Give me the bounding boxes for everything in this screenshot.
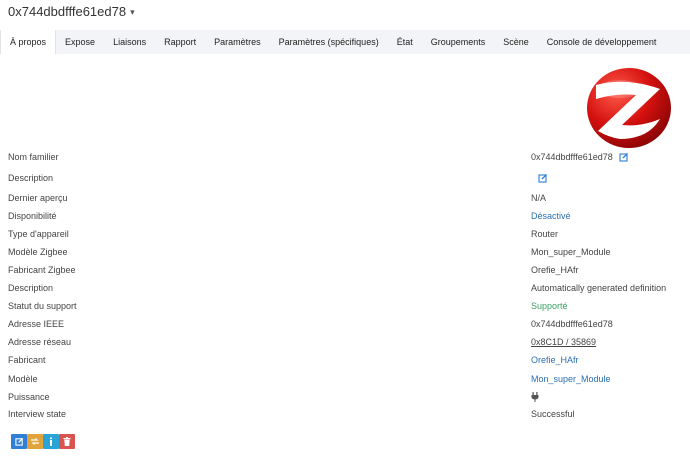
row-model: Modèle Mon_super_Module	[0, 372, 690, 390]
trash-icon	[63, 437, 71, 446]
tab-scene[interactable]: Scène	[494, 30, 538, 54]
tab-about[interactable]: À propos	[0, 30, 57, 54]
tab-state[interactable]: État	[388, 30, 422, 54]
refresh-icon	[31, 438, 39, 445]
description-label: Description	[8, 283, 54, 293]
info-icon	[50, 437, 52, 446]
power-label: Puissance	[8, 392, 50, 402]
last-seen-label: Dernier aperçu	[8, 193, 68, 203]
row-description-edit: Description	[0, 171, 690, 189]
network-address-value: 0x8C1D / 35869	[531, 337, 596, 347]
zigbee-manufacturer-value: Orefie_HAfr	[531, 265, 579, 275]
row-device-type: Type d'appareil Router	[0, 227, 690, 245]
edit-icon	[14, 437, 23, 446]
row-interview-state: Interview state Successful	[0, 407, 690, 425]
interview-button[interactable]	[43, 434, 59, 449]
row-zigbee-model: Modèle Zigbee Mon_super_Module	[0, 245, 690, 263]
model-label: Modèle	[8, 374, 38, 384]
network-address-hex: 0x8C1D	[531, 337, 564, 347]
edit-button[interactable]	[11, 434, 27, 449]
tab-settings[interactable]: Paramètres	[205, 30, 270, 54]
network-address-label: Adresse réseau	[8, 337, 72, 347]
zigbee-logo	[587, 68, 671, 148]
edit-icon[interactable]	[619, 152, 629, 162]
interview-state-value: Successful	[531, 409, 575, 419]
power-value	[531, 392, 539, 402]
device-type-value: Router	[531, 229, 559, 239]
support-status-label: Statut du support	[8, 301, 77, 311]
zigbee-model-value: Mon_super_Module	[531, 247, 611, 257]
tab-bar: À propos Expose Liaisons Rapport Paramèt…	[0, 30, 690, 54]
ieee-address-value: 0x744dbdfffe61ed78	[531, 319, 613, 329]
description-edit-wrap	[538, 173, 548, 183]
row-availability: Disponibilité Désactivé	[0, 209, 690, 227]
zigbee-manufacturer-label: Fabricant Zigbee	[8, 265, 76, 275]
description-value: Automatically generated definition	[531, 283, 667, 293]
ieee-address-label: Adresse IEEE	[8, 319, 65, 329]
row-network-address: Adresse réseau 0x8C1D / 35869	[0, 335, 690, 353]
tab-expose[interactable]: Expose	[56, 30, 104, 54]
device-name: 0x744dbdfffe61ed78	[8, 4, 127, 19]
model-link[interactable]: Mon_super_Module	[531, 374, 611, 384]
tab-bindings[interactable]: Liaisons	[104, 30, 155, 54]
availability-value[interactable]: Désactivé	[531, 211, 571, 221]
edit-icon[interactable]	[538, 173, 548, 183]
description-label: Description	[8, 173, 54, 183]
row-manufacturer: Fabricant Orefie_HAfr	[0, 353, 690, 371]
manufacturer-label: Fabricant	[8, 355, 46, 365]
tab-groups[interactable]: Groupements	[422, 30, 495, 54]
friendly-name-value-wrap: 0x744dbdfffe61ed78	[531, 152, 629, 162]
tab-specific-settings[interactable]: Paramètres (spécifiques)	[270, 30, 388, 54]
friendly-name-label: Nom familier	[8, 152, 59, 162]
row-power: Puissance	[0, 390, 690, 408]
network-address-dec: 35869	[571, 337, 597, 347]
interview-state-label: Interview state	[8, 409, 67, 419]
device-selector[interactable]: 0x744dbdfffe61ed78 ▾	[8, 4, 135, 19]
network-address-separator: /	[563, 337, 572, 347]
row-description: Description Automatically generated defi…	[0, 281, 690, 299]
device-type-label: Type d'appareil	[8, 229, 69, 239]
delete-button[interactable]	[59, 434, 75, 449]
support-status-value: Supporté	[531, 301, 568, 311]
tab-dev-console[interactable]: Console de développement	[538, 30, 666, 54]
row-zigbee-manufacturer: Fabricant Zigbee Orefie_HAfr	[0, 263, 690, 281]
friendly-name-value: 0x744dbdfffe61ed78	[531, 152, 613, 162]
row-ieee-address: Adresse IEEE 0x744dbdfffe61ed78	[0, 317, 690, 335]
last-seen-value: N/A	[531, 193, 547, 203]
manufacturer-link[interactable]: Orefie_HAfr	[531, 355, 579, 365]
zigbee-model-label: Modèle Zigbee	[8, 247, 68, 257]
row-friendly-name: Nom familier 0x744dbdfffe61ed78	[0, 150, 690, 168]
availability-label: Disponibilité	[8, 211, 57, 221]
tab-reporting[interactable]: Rapport	[155, 30, 205, 54]
plug-icon	[531, 392, 539, 402]
row-support-status: Statut du support Supporté	[0, 299, 690, 317]
reconfigure-button[interactable]	[27, 434, 43, 449]
row-last-seen: Dernier aperçu N/A	[0, 191, 690, 209]
device-actions	[11, 434, 75, 449]
chevron-down-icon: ▾	[130, 6, 135, 17]
